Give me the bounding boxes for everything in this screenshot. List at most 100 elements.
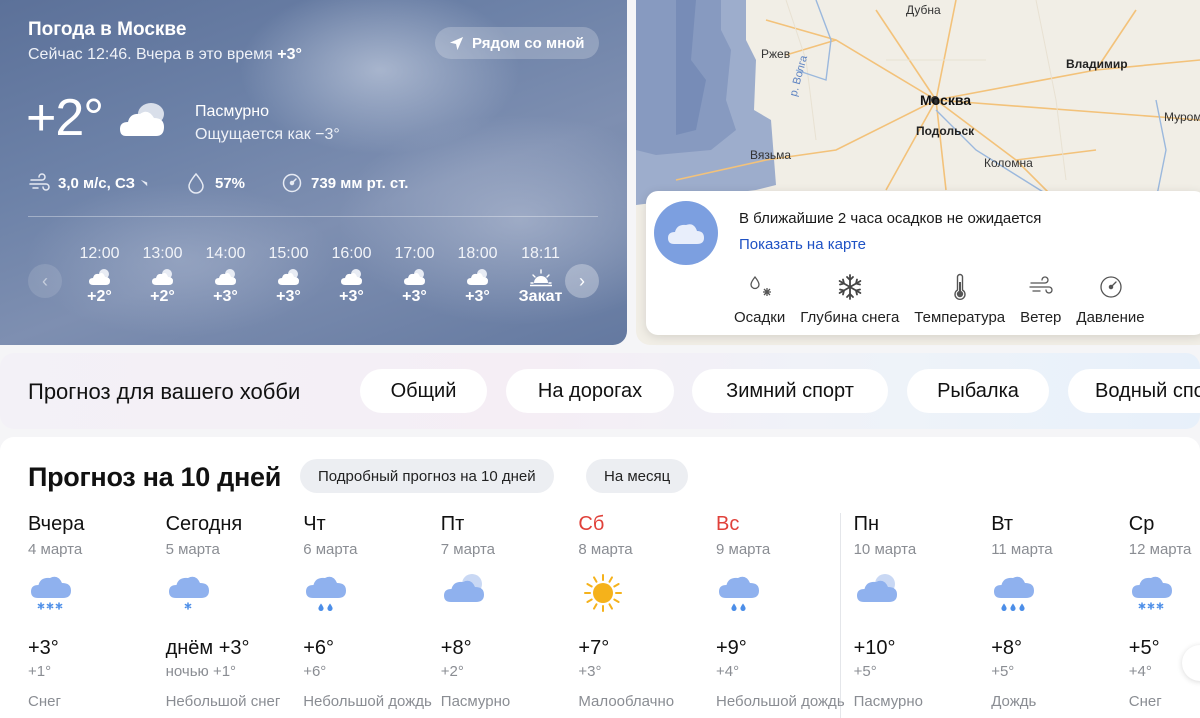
- light-snow-icon: [168, 576, 209, 610]
- day-temp-high: +7°: [578, 637, 610, 659]
- cloudy-icon: [214, 267, 238, 287]
- month-forecast-button[interactable]: На месяц: [586, 459, 689, 493]
- pressure-gauge-icon: [282, 173, 302, 193]
- forecast-day[interactable]: Сегодня 5 марта днём +3° ночью +1° Небольшой…: [166, 513, 303, 718]
- day-temp-high: +8°: [440, 637, 472, 659]
- day-date: 7 марта: [440, 541, 496, 558]
- condition-text: Пасмурно: [195, 103, 270, 120]
- hour-item: 15:00 +3°: [257, 245, 320, 306]
- city-label-dubna: Дубна: [906, 3, 941, 17]
- day-condition: Пасмурно: [440, 693, 511, 710]
- forecast-day[interactable]: Чт 6 марта +6° +6° Небольшой дождь: [303, 513, 440, 718]
- forecast-day[interactable]: Ср 12 марта +5° +4° Снег: [1129, 513, 1200, 718]
- nearby-button[interactable]: Рядом со мной: [435, 27, 599, 59]
- hours-next-button[interactable]: ›: [565, 264, 599, 298]
- day-temp-high: +8°: [991, 637, 1022, 659]
- day-temp-low: +4°: [1128, 663, 1152, 680]
- day-condition: Дождь: [991, 693, 1037, 710]
- snow-icon: [1131, 576, 1172, 610]
- wind-value: 3,0 м/с, СЗ: [58, 174, 135, 192]
- layer-wind[interactable]: Ветер: [1020, 273, 1061, 326]
- day-temp-low: ночью +1°: [165, 663, 237, 680]
- precipitation-icon: [749, 275, 771, 296]
- hour-temp: Закат: [518, 288, 562, 305]
- humidity-drop-icon: [188, 172, 204, 194]
- rain-icon: [719, 576, 759, 611]
- cloudy-icon: [340, 267, 364, 287]
- layer-label: Осадки: [734, 309, 786, 326]
- day-date: 6 марта: [303, 541, 358, 558]
- rain-icon: [306, 576, 347, 611]
- forecast-day[interactable]: Вчера 4 марта +3° +1° Снег: [28, 513, 165, 718]
- layer-precipitation[interactable]: Осадки: [734, 273, 785, 326]
- pressure-gauge-icon: [1099, 276, 1122, 298]
- day-date: 10 марта: [853, 541, 917, 558]
- day-date: 5 марта: [165, 541, 220, 558]
- thermometer-icon: [954, 273, 966, 300]
- city-label-murom: Муром: [1164, 110, 1200, 124]
- precipitation-card: В ближайшие 2 часа осадков не ожидается …: [646, 191, 1200, 335]
- ten-day-forecast: Прогноз на 10 дней Подробный прогноз на …: [0, 437, 1200, 718]
- nearby-label: Рядом со мной: [472, 34, 585, 52]
- pressure-metric: 739 мм рт. ст.: [281, 172, 408, 194]
- day-date: 11 марта: [991, 541, 1053, 558]
- detailed-forecast-button[interactable]: Подробный прогноз на 10 дней: [300, 459, 554, 493]
- hour-time: 18:11: [521, 245, 560, 262]
- layer-pressure[interactable]: Давление: [1076, 273, 1145, 326]
- day-date: 8 марта: [578, 541, 633, 558]
- current-weather-card: Погода в Москве Сейчас 12:46. Вчера в эт…: [0, 0, 627, 345]
- forecast-day[interactable]: Пн 10 марта +10° +5° Пасмурно: [854, 513, 991, 718]
- hobby-title: Прогноз для вашего хобби: [28, 379, 301, 404]
- hour-time: 13:00: [142, 245, 183, 262]
- hobby-general-button[interactable]: Общий: [360, 369, 487, 413]
- hourly-forecast: 12:00 +2° 13:00 +2° 14:00 +3° 15:00 +3° 16:00 +3°…: [68, 245, 562, 320]
- forecast-day[interactable]: Пт 7 марта +8° +2° Пасмурно: [441, 513, 578, 718]
- show-on-map-link[interactable]: Показать на карте: [739, 236, 866, 253]
- hobby-winter-sport-button[interactable]: Зимний спорт: [692, 369, 888, 413]
- day-temp-low: +2°: [440, 663, 464, 680]
- day-condition: Небольшой дождь: [303, 693, 432, 710]
- city-label-podolsk: Подольск: [916, 124, 975, 138]
- map-layers: Осадки Глубина снега Температура Ветер Д…: [734, 273, 1160, 326]
- day-temp-low: +5°: [853, 663, 877, 680]
- day-condition: Снег: [1128, 693, 1162, 710]
- precipitation-icon-circle: [654, 201, 718, 265]
- hour-temp: +3°: [465, 288, 490, 305]
- day-temp-high: +6°: [303, 637, 334, 659]
- day-temp-low: +6°: [303, 663, 327, 680]
- day-name: Чт: [303, 513, 326, 535]
- day-name: Вт: [991, 513, 1014, 535]
- hobby-roads-button[interactable]: На дорогах: [506, 369, 674, 413]
- city-label-kolomna: Коломна: [984, 156, 1033, 170]
- forecast-day[interactable]: Сб 8 марта +7° +3° Малооблачно: [578, 513, 715, 718]
- hour-temp: +3°: [213, 288, 238, 305]
- day-condition: Небольшой дождь: [716, 693, 845, 710]
- overcast-icon: [443, 574, 484, 602]
- day-temp-high: +10°: [853, 637, 896, 659]
- hour-time: 18:00: [457, 245, 498, 262]
- forecast-title: Прогноз на 10 дней: [28, 462, 282, 492]
- layer-label: Давление: [1076, 309, 1145, 326]
- forecast-day[interactable]: Вс 9 марта +9° +4° Небольшой дождь: [716, 513, 853, 718]
- hours-prev-button[interactable]: ‹: [28, 264, 62, 298]
- hour-temp: +3°: [339, 288, 364, 305]
- cloudy-icon: [151, 267, 175, 287]
- pressure-value: 739 мм рт. ст.: [311, 174, 409, 192]
- day-temp-low: +5°: [991, 663, 1015, 680]
- hour-temp: +2°: [87, 288, 112, 305]
- day-temp-high: +9°: [716, 637, 747, 659]
- day-temp-high: +3°: [28, 637, 59, 659]
- hour-time: 12:00: [79, 245, 120, 262]
- wind-icon: [1029, 276, 1053, 294]
- hobby-water-sport-button[interactable]: Водный спорт: [1068, 369, 1200, 413]
- sun-icon: [584, 574, 623, 612]
- day-date: 9 марта: [716, 541, 771, 558]
- forecast-day[interactable]: Вт 11 марта +8° +5° Дождь: [991, 513, 1128, 718]
- hobby-fishing-button[interactable]: Рыбалка: [907, 369, 1049, 413]
- day-name: Ср: [1128, 513, 1155, 535]
- hour-temp: +2°: [150, 288, 175, 305]
- hour-item: 16:00 +3°: [320, 245, 383, 306]
- cloudy-icon: [403, 267, 427, 287]
- layer-temperature[interactable]: Температура: [914, 273, 1005, 326]
- layer-snow-depth[interactable]: Глубина снега: [800, 273, 899, 326]
